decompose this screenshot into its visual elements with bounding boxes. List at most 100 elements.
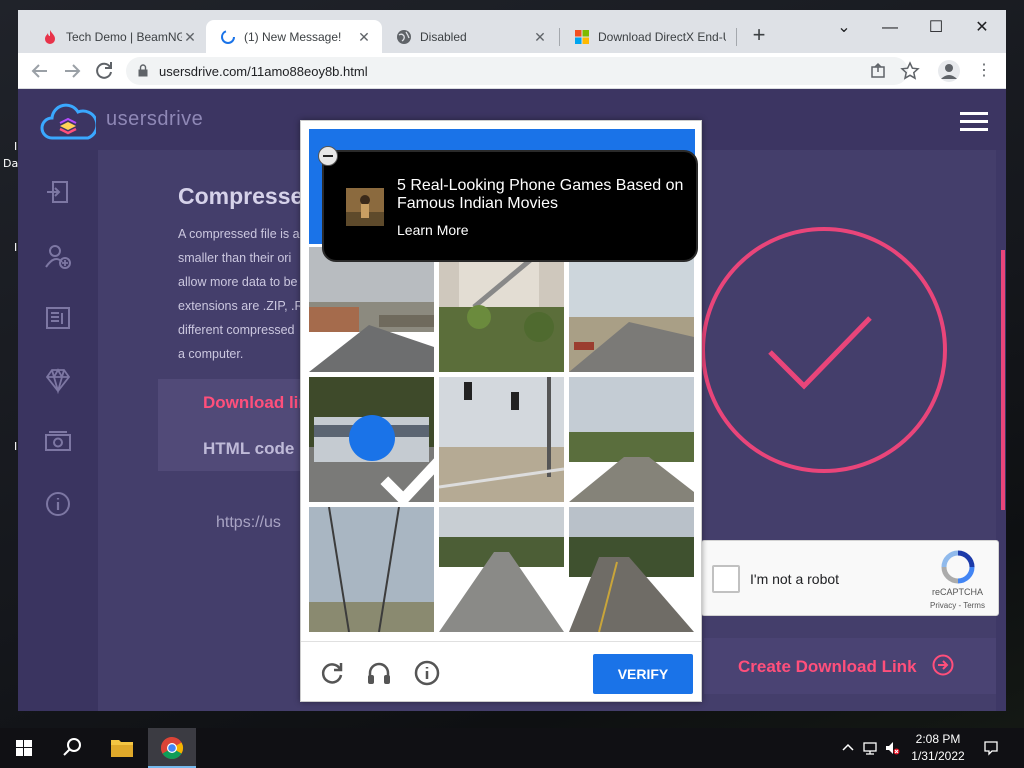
desktop-label-fragment: I <box>14 440 18 453</box>
tab-search-button[interactable]: ⌄ <box>830 16 858 40</box>
tab-download-link[interactable]: Download link <box>203 393 303 413</box>
network-icon[interactable] <box>862 740 878 756</box>
challenge-tile-selected[interactable] <box>309 377 434 502</box>
desktop-label-fragment: I <box>14 140 18 153</box>
challenge-footer: VERIFY <box>301 641 701 701</box>
ad-close-button[interactable] <box>318 146 338 166</box>
recaptcha-links[interactable]: Privacy - Terms <box>930 601 985 610</box>
lock-icon <box>138 64 148 77</box>
close-tab-icon[interactable]: ✕ <box>356 29 372 45</box>
tab-title: Tech Demo | BeamNG <box>66 29 182 44</box>
create-download-link-label: Create Download Link <box>738 657 917 676</box>
ad-popup[interactable]: 5 Real-Looking Phone Games Based on Famo… <box>322 150 698 262</box>
address-bar[interactable]: usersdrive.com/11amo88eoy8b.html <box>126 57 920 85</box>
selected-checkmark-icon <box>349 415 434 502</box>
flame-icon <box>45 29 55 44</box>
bookmark-star-icon[interactable] <box>900 61 920 81</box>
article-body: A compressed file is a smaller than thei… <box>178 222 302 366</box>
article-title: Compressed <box>178 183 302 209</box>
create-download-link-button[interactable]: Create Download Link <box>704 638 996 694</box>
recaptcha-checkbox[interactable] <box>712 565 740 593</box>
desktop-label-fragment: Da <box>3 157 19 170</box>
hamburger-menu-icon[interactable] <box>960 112 988 132</box>
article-line: smaller than their ori <box>178 251 292 265</box>
login-icon[interactable] <box>44 178 72 206</box>
back-arrow-icon <box>31 64 47 78</box>
challenge-tile[interactable] <box>569 247 694 372</box>
browser-menu-button[interactable]: ⋮ <box>974 59 994 83</box>
globe-icon <box>397 29 411 44</box>
notifications-icon[interactable] <box>983 740 999 756</box>
tab-title: Disabled <box>420 29 467 44</box>
person-icon <box>941 64 957 79</box>
challenge-tile[interactable] <box>439 507 564 632</box>
forward-button[interactable] <box>60 59 84 83</box>
search-icon <box>63 738 81 756</box>
tab-directx[interactable]: Download DirectX End-User <box>560 20 736 53</box>
checkmark-circle-icon <box>701 227 947 473</box>
browser-toolbar: usersdrive.com/11amo88eoy8b.html ⋮ <box>18 53 1006 89</box>
chrome-icon <box>161 737 183 759</box>
share-icon[interactable] <box>868 61 888 81</box>
volume-muted-icon[interactable] <box>884 740 900 756</box>
chevron-up-icon[interactable] <box>840 740 856 756</box>
info-icon[interactable] <box>44 490 72 518</box>
desktop-label-fragment: I <box>14 241 18 254</box>
chrome-taskbar-button[interactable] <box>148 728 196 768</box>
tab-html-code[interactable]: HTML code <box>203 439 303 459</box>
clock-time[interactable]: 2:08 PM <box>908 732 968 746</box>
article-line: different compressed <box>178 323 295 337</box>
taskbar: 2:08 PM 1/31/2022 <box>0 728 1024 768</box>
maximize-button[interactable]: ☐ <box>922 16 950 40</box>
profile-avatar[interactable] <box>938 60 960 82</box>
arrow-right-circle-icon <box>932 654 954 676</box>
minus-icon <box>323 155 333 157</box>
reload-button[interactable] <box>92 59 116 83</box>
folder-icon <box>111 740 133 757</box>
side-navigation <box>18 150 98 711</box>
reload-icon[interactable] <box>319 660 345 686</box>
tab-title: Download DirectX End-User <box>598 29 726 44</box>
recaptcha-label: I'm not a robot <box>750 571 840 587</box>
new-tab-button[interactable]: + <box>749 24 769 46</box>
premium-diamond-icon[interactable] <box>44 366 72 394</box>
challenge-tile[interactable] <box>309 507 434 632</box>
clock-date[interactable]: 1/31/2022 <box>908 749 968 763</box>
back-button[interactable] <box>28 59 52 83</box>
scroll-accent-bar <box>1001 250 1005 510</box>
challenge-tile[interactable] <box>439 247 564 372</box>
files-icon[interactable] <box>44 304 72 332</box>
site-name: usersdrive <box>106 108 204 130</box>
ad-learn-more-link[interactable]: Learn More <box>397 222 469 238</box>
verify-button[interactable]: VERIFY <box>593 654 693 694</box>
tab-beamng[interactable]: Tech Demo | BeamNG ✕ <box>28 20 208 53</box>
audio-icon[interactable] <box>366 660 392 686</box>
close-tab-icon[interactable]: ✕ <box>182 29 198 45</box>
recaptcha-logo-icon <box>941 550 975 584</box>
article-line: allow more data to be <box>178 275 298 289</box>
download-link-text[interactable]: https://us <box>216 514 300 532</box>
microsoft-icon <box>575 29 589 44</box>
search-button[interactable] <box>48 728 96 768</box>
earnings-icon[interactable] <box>44 428 72 456</box>
tab-disabled[interactable]: Disabled ✕ <box>382 20 558 53</box>
tab-new-message[interactable]: (1) New Message! ✕ <box>206 20 382 53</box>
add-user-icon[interactable] <box>44 242 72 270</box>
challenge-tile[interactable] <box>569 377 694 502</box>
loading-icon <box>221 29 235 44</box>
tab-title: (1) New Message! <box>244 29 342 44</box>
info-icon[interactable] <box>414 660 440 686</box>
challenge-tile[interactable] <box>569 507 694 632</box>
close-window-button[interactable]: ✕ <box>968 16 996 40</box>
challenge-image-grid <box>309 247 695 635</box>
minimize-button[interactable]: — <box>876 16 904 40</box>
article-line: extensions are .ZIP, .R <box>178 299 302 313</box>
ad-thumbnail <box>346 188 384 226</box>
recaptcha-brand: reCAPTCHA <box>932 587 984 597</box>
challenge-tile[interactable] <box>309 247 434 372</box>
close-tab-icon[interactable]: ✕ <box>532 29 548 45</box>
usersdrive-logo[interactable] <box>40 100 96 142</box>
challenge-tile[interactable] <box>439 377 564 502</box>
file-explorer-button[interactable] <box>98 728 146 768</box>
start-button[interactable] <box>0 728 48 768</box>
